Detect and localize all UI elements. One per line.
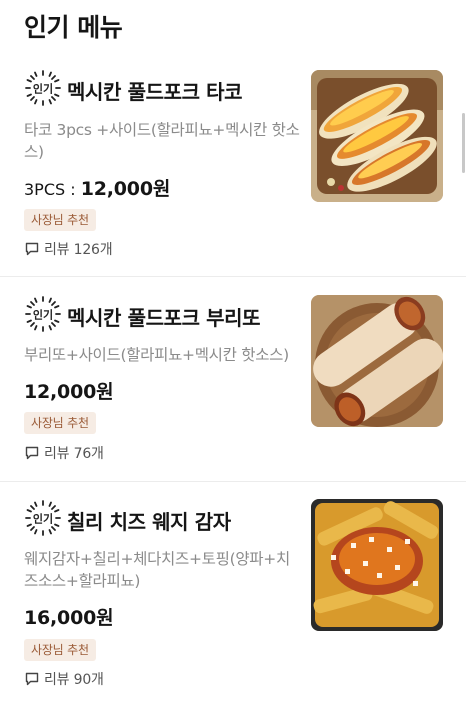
owner-recommend-tag: 사장님 추천 — [24, 412, 96, 434]
menu-item-taco[interactable]: 인기 멕시칸 풀드포크 타코 타코 3pcs +사이드(할라피뇨+멕시칸 핫소스… — [0, 0, 466, 276]
chili-cheese-fries-photo[interactable] — [311, 499, 443, 631]
item-name: 멕시칸 풀드포크 타코 — [67, 80, 243, 104]
price-row: 16,000원 — [24, 603, 114, 630]
burrito-photo[interactable] — [311, 295, 443, 427]
item-price: 16,000원 — [24, 607, 114, 629]
review-count[interactable]: 리뷰 90개 — [25, 669, 104, 689]
item-price: 12,000원 — [24, 381, 114, 403]
item-description: 웨지감자+칠리+체다치즈+토핑(양파+치즈소스+할라피뇨) — [24, 550, 290, 590]
comment-icon — [25, 242, 39, 256]
item-name: 멕시칸 풀드포크 부리또 — [67, 306, 261, 330]
item-description: 부리또+사이드(할라피뇨+멕시칸 핫소스) — [24, 346, 289, 364]
review-label: 리뷰 126개 — [44, 242, 113, 258]
item-description: 타코 3pcs +사이드(할라피뇨+멕시칸 핫소스) — [24, 121, 300, 161]
price-row: 3PCS : 12,000원 — [24, 174, 170, 201]
comment-icon — [25, 672, 39, 686]
menu-item-fries[interactable]: 인기 칠리 치즈 웨지 감자 웨지감자+칠리+체다치즈+토핑(양파+치즈소스+할… — [0, 482, 466, 701]
review-count[interactable]: 리뷰 126개 — [25, 239, 113, 259]
review-label: 리뷰 76개 — [44, 446, 104, 462]
item-name: 칠리 치즈 웨지 감자 — [67, 510, 231, 534]
quantity-label: 3PCS : — [24, 180, 81, 199]
popular-badge-label: 인기 — [33, 512, 53, 526]
popular-badge-icon: 인기 — [24, 69, 62, 107]
review-count[interactable]: 리뷰 76개 — [25, 443, 104, 463]
comment-icon — [25, 446, 39, 460]
owner-recommend-tag: 사장님 추천 — [24, 639, 96, 661]
popular-badge-label: 인기 — [33, 308, 53, 322]
popular-badge-icon: 인기 — [24, 499, 62, 537]
scrollbar[interactable] — [462, 113, 465, 173]
menu-item-burrito[interactable]: 인기 멕시칸 풀드포크 부리또 부리또+사이드(할라피뇨+멕시칸 핫소스) 12… — [0, 277, 466, 480]
popular-badge-label: 인기 — [33, 82, 53, 96]
popular-badge-icon: 인기 — [24, 295, 62, 333]
price-row: 12,000원 — [24, 377, 114, 404]
review-label: 리뷰 90개 — [44, 672, 104, 688]
taco-photo[interactable] — [311, 70, 443, 202]
owner-recommend-tag: 사장님 추천 — [24, 209, 96, 231]
item-price: 12,000원 — [80, 178, 171, 200]
